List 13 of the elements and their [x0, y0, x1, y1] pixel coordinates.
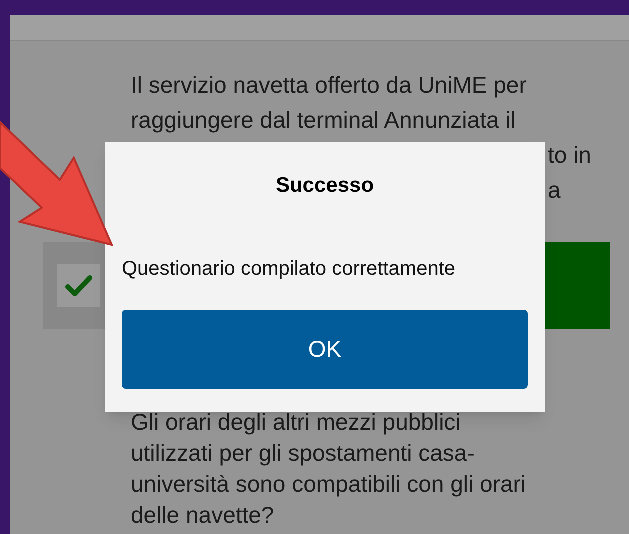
question-text: Gli orari degli altri mezzi pubblici — [131, 408, 461, 437]
checkmark-icon — [64, 274, 92, 298]
question-text: utilizzati per gli spostamenti casa- — [131, 439, 475, 468]
checkbox[interactable] — [57, 264, 100, 307]
ok-button[interactable]: OK — [122, 310, 528, 388]
question-text: raggiungere dal terminal Annunziata il — [131, 106, 516, 135]
question-text: università sono compatibili con gli orari — [131, 470, 526, 499]
question-text: Il servizio navetta offerto da UniME per — [131, 71, 527, 100]
question-text: to in — [548, 141, 592, 170]
question-text: delle navette? — [131, 501, 274, 530]
question-text: a — [548, 176, 561, 205]
dialog-title: Successo — [276, 173, 374, 199]
dialog-message: Questionario compilato correttamente — [122, 256, 456, 282]
